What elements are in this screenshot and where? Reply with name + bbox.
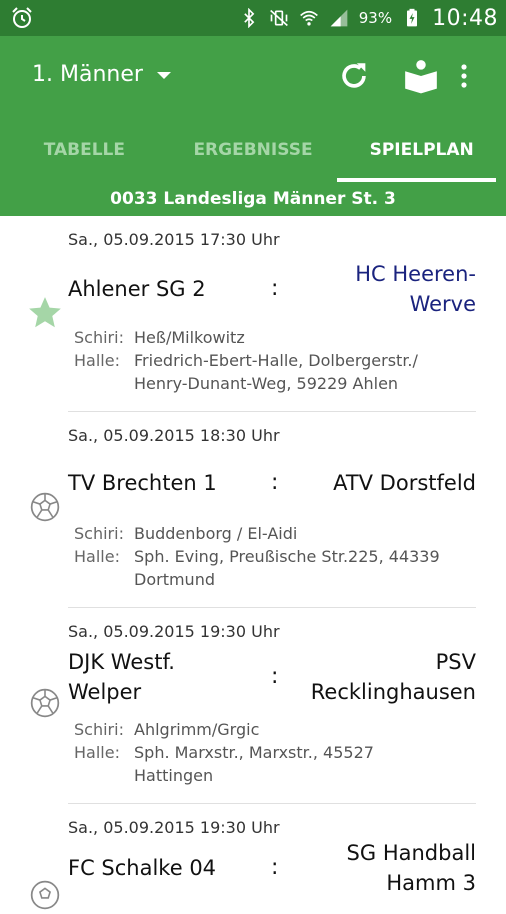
referee-value: Buddenborg / El-Aidi [134, 524, 298, 543]
tab-tabelle[interactable]: TABELLE [0, 118, 169, 182]
home-team-line1: DJK Westf. [68, 650, 175, 674]
hall-label: Halle: [74, 547, 120, 566]
referee-value: Heß/Milkowitz [134, 328, 245, 347]
match-info: Schiri: Ahlgrimm/Grgic Halle: Sph. Marxstr… [74, 718, 464, 787]
wifi-icon [299, 10, 318, 26]
away-team-line1: PSV [435, 650, 476, 674]
home-team-line1: FC Schalke 04 [68, 856, 217, 880]
score-separator: : [271, 276, 279, 301]
match-item[interactable]: Sa., 05.09.2015 19:30 Uhr DJK Westf. Wel… [0, 608, 506, 804]
overflow-menu-button[interactable] [452, 56, 476, 96]
refresh-button[interactable] [334, 56, 374, 96]
home-team-line1: TV Brechten 1 [68, 471, 217, 495]
more-vert-icon [461, 64, 467, 88]
battery-percent: 93% [358, 9, 393, 27]
match-item[interactable]: Sa., 05.09.2015 18:30 Uhr TV Brechten 1 … [0, 412, 506, 608]
tab-bar: TABELLE ERGEBNISSE SPIELPLAN [0, 118, 506, 182]
home-team: FC Schalke 04 [68, 853, 216, 883]
handball-icon [30, 688, 60, 718]
hall-value-line1: Friedrich-Ebert-Halle, Dolbergerstr./ [134, 351, 418, 370]
score-separator: : [271, 855, 279, 880]
hall-value-line2: Hattingen [134, 766, 214, 785]
team-selector[interactable]: 1. Männer [32, 62, 171, 87]
handball-badge [26, 684, 64, 722]
hall-value-line2: Dortmund [134, 570, 215, 589]
clock-time: 10:48 [432, 5, 498, 31]
home-team: TV Brechten 1 [68, 468, 217, 498]
battery-charging-icon [407, 8, 418, 27]
hall-label: Halle: [74, 743, 120, 762]
away-team-line2: Recklinghausen [310, 680, 476, 704]
match-list[interactable]: Sa., 05.09.2015 17:30 Uhr Ahlener SG 2 :… [0, 216, 506, 910]
match-info: Schiri: Buddenborg / El-Aidi Halle: Sph. E… [74, 522, 464, 591]
handball-icon [30, 880, 60, 910]
refresh-icon [342, 63, 366, 88]
tab-spielplan[interactable]: SPIELPLAN [337, 118, 506, 182]
hall-value-line1: Sph. Marxstr., Marxstr., 45527 [134, 743, 374, 762]
score-separator: : [271, 664, 279, 689]
vibrate-icon [269, 9, 288, 27]
referee-label: Schiri: [74, 524, 124, 543]
hall-value-line2: Henry-Dunant-Weg, 59229 Ahlen [134, 374, 399, 393]
away-team-line2: Hamm 3 [386, 871, 476, 895]
book-reader-icon [405, 60, 437, 94]
hall-label: Halle: [74, 351, 120, 370]
away-team: HC Heeren- Werve [355, 259, 476, 319]
away-team-line1: SG Handball [346, 841, 476, 865]
match-date: Sa., 05.09.2015 19:30 Uhr [68, 622, 280, 641]
app-bar: 1. Männer [0, 36, 506, 118]
away-team: ATV Dorstfeld [333, 468, 476, 498]
referee-value: Ahlgrimm/Grgic [134, 720, 260, 739]
away-team-line2: Werve [409, 292, 476, 316]
away-team-line1: HC Heeren- [355, 262, 476, 286]
match-date: Sa., 05.09.2015 18:30 Uhr [68, 426, 280, 445]
home-team-line1: Ahlener SG 2 [68, 277, 206, 301]
away-team: PSV Recklinghausen [311, 647, 476, 707]
referee-label: Schiri: [74, 328, 124, 347]
home-team: DJK Westf. Welper [68, 647, 175, 707]
tab-ergebnisse[interactable]: ERGEBNISSE [169, 118, 338, 182]
match-info: Schiri: Heß/Milkowitz Halle: Friedrich-Ebe… [74, 326, 464, 395]
handball-badge [26, 876, 64, 914]
handball-icon [30, 492, 60, 522]
team-title: 1. Männer [32, 62, 143, 87]
match-date: Sa., 05.09.2015 17:30 Uhr [68, 230, 280, 249]
handball-badge [26, 488, 64, 526]
match-item[interactable]: Sa., 05.09.2015 17:30 Uhr Ahlener SG 2 :… [0, 216, 506, 412]
star-icon [29, 297, 61, 328]
match-date: Sa., 05.09.2015 19:30 Uhr [68, 818, 280, 837]
score-separator: : [271, 470, 279, 495]
reader-button[interactable] [401, 56, 441, 96]
home-team-line2: Welper [68, 680, 142, 704]
match-item[interactable]: Sa., 05.09.2015 19:30 Uhr FC Schalke 04 … [0, 804, 506, 910]
dropdown-arrow-icon [156, 72, 171, 79]
favorite-star[interactable] [26, 294, 64, 332]
away-team-line1: ATV Dorstfeld [333, 471, 476, 495]
signal-icon [330, 9, 348, 27]
league-header: 0033 Landesliga Männer St. 3 [0, 182, 506, 216]
alarm-clock-icon [12, 7, 32, 28]
home-team: Ahlener SG 2 [68, 274, 206, 304]
hall-value-line1: Sph. Eving, Preußische Str.225, 44339 [134, 547, 440, 566]
referee-label: Schiri: [74, 720, 124, 739]
away-team: SG Handball Hamm 3 [347, 838, 476, 898]
bluetooth-icon [243, 8, 255, 28]
status-bar: 93% 10:48 [0, 0, 506, 36]
